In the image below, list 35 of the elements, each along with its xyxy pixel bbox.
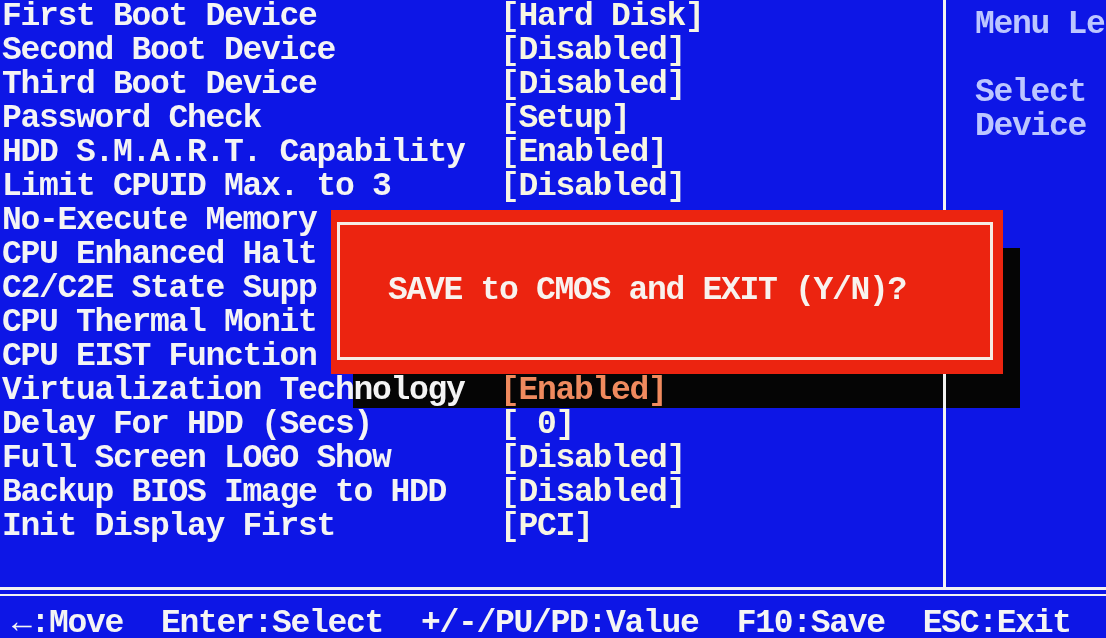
setting-value[interactable]: [Setup] — [500, 102, 630, 136]
setting-label: Password Check — [2, 102, 262, 136]
help-title: Menu Le — [975, 8, 1105, 42]
help-text: Device — [975, 110, 1088, 144]
setting-value[interactable]: [Enabled] — [500, 374, 667, 408]
setting-label: Delay For HDD (Secs) — [2, 408, 373, 442]
setting-label: Second Boot Device — [2, 34, 336, 68]
setting-label: Backup BIOS Image to HDD — [2, 476, 447, 510]
setting-label: Third Boot Device — [2, 68, 317, 102]
key-hint: ←:Move — [12, 609, 124, 638]
setting-label: CPU EIST Function — [2, 340, 317, 374]
setting-value[interactable]: [Disabled] — [500, 476, 686, 510]
setting-label: Full Screen LOGO Show — [2, 442, 391, 476]
setting-label: HDD S.M.A.R.T. Capability — [2, 136, 465, 170]
setting-value[interactable]: [Enabled] — [500, 136, 667, 170]
setting-value[interactable]: [PCI] — [500, 510, 593, 544]
setting-label: CPU Thermal Monit — [2, 306, 317, 340]
setting-value[interactable]: [Disabled] — [500, 442, 686, 476]
help-text: Select — [975, 76, 1088, 110]
setting-label: CPU Enhanced Halt — [2, 238, 317, 272]
key-hint: +/-/PU/PD:Value — [421, 609, 699, 638]
key-hint: F10:Save — [736, 609, 885, 638]
setting-label: C2/C2E State Supp — [2, 272, 317, 306]
setting-value[interactable]: [Hard Disk] — [500, 0, 704, 34]
setting-label: First Boot Device — [2, 0, 317, 34]
setting-value[interactable]: [Disabled] — [500, 68, 686, 102]
setting-label: Init Display First — [2, 510, 336, 544]
key-hint: Enter:Select — [161, 609, 384, 638]
key-hint: ESC:Exit — [922, 609, 1071, 638]
setting-label: Limit CPUID Max. to 3 — [2, 170, 391, 204]
setting-label: No-Execute Memory — [2, 204, 317, 238]
setting-value[interactable]: [Disabled] — [500, 34, 686, 68]
dialog-message: SAVE to CMOS and EXIT (Y/N)? — [388, 274, 907, 308]
setting-value[interactable]: [ 0] — [500, 408, 574, 442]
setting-value[interactable]: [Disabled] — [500, 170, 686, 204]
